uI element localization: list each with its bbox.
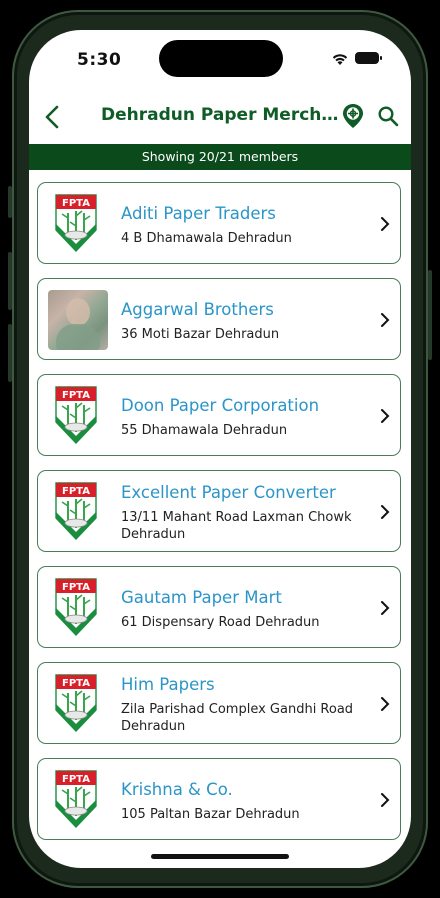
status-bar: 5:30 — [29, 30, 411, 90]
member-name[interactable]: Gautam Paper Mart — [121, 588, 282, 607]
member-count-banner: Showing 20/21 members — [29, 144, 411, 170]
chevron-right-icon — [381, 217, 390, 231]
member-card[interactable]: FPTA Krishna & Co. 105 Paltan Bazar Dehr… — [37, 758, 401, 840]
fpta-logo-icon: FPTA — [55, 194, 97, 252]
member-address: 55 Dhamawala Dehradun — [121, 423, 288, 438]
member-card[interactable]: Aggarwal Brothers 36 Moti Bazar Dehradun — [37, 278, 401, 360]
member-address: 61 Dispensary Road Dehradun — [121, 615, 320, 630]
chevron-right-icon — [381, 505, 390, 519]
location-pin-icon[interactable] — [341, 103, 365, 129]
member-photo — [48, 290, 108, 350]
logo-text: FPTA — [62, 390, 90, 401]
power-button — [428, 270, 432, 360]
fpta-logo-icon: FPTA — [55, 674, 97, 732]
member-name[interactable]: Aggarwal Brothers — [121, 300, 274, 319]
member-address: Zila Parishad Complex Gandhi Road Dehrad… — [121, 702, 354, 734]
battery-icon — [355, 52, 382, 64]
member-name[interactable]: Excellent Paper Converter — [121, 483, 336, 502]
page-title: Dehradun Paper Merchant... — [101, 105, 341, 125]
fpta-logo-icon: FPTA — [55, 386, 97, 444]
back-arrow-icon[interactable] — [41, 104, 65, 130]
status-time: 5:30 — [77, 50, 122, 70]
member-address: 105 Paltan Bazar Dehradun — [121, 807, 300, 822]
logo-text: FPTA — [62, 678, 90, 689]
chevron-right-icon — [381, 313, 390, 327]
member-name[interactable]: Krishna & Co. — [121, 780, 233, 799]
logo-text: FPTA — [62, 774, 90, 785]
logo-text: FPTA — [62, 582, 90, 593]
wifi-icon — [332, 54, 348, 65]
fpta-logo-icon: FPTA — [55, 578, 97, 636]
action-button — [8, 186, 12, 218]
app-screen: 5:30 Dehradun Paper Merchant... Showing … — [29, 30, 411, 868]
member-address: 36 Moti Bazar Dehradun — [121, 327, 280, 342]
dynamic-island — [159, 40, 283, 77]
member-card[interactable]: FPTA Doon Paper Corporation 55 Dhamawala… — [37, 374, 401, 456]
member-name[interactable]: Him Papers — [121, 675, 215, 694]
member-card[interactable]: FPTA Aditi Paper Traders 4 B Dhamawala D… — [37, 182, 401, 264]
logo-text: FPTA — [62, 198, 90, 209]
member-address: 13/11 Mahant Road Laxman Chowk Dehradun — [121, 510, 352, 542]
volume-down-button — [8, 324, 12, 382]
chevron-right-icon — [381, 697, 390, 711]
member-card[interactable]: FPTA Him Papers Zila Parishad Complex Ga… — [37, 662, 401, 744]
member-name[interactable]: Aditi Paper Traders — [121, 204, 276, 223]
navigation-bar: Dehradun Paper Merchant... — [29, 90, 411, 144]
member-name[interactable]: Doon Paper Corporation — [121, 396, 319, 415]
fpta-logo-icon: FPTA — [55, 770, 97, 828]
chevron-right-icon — [381, 601, 390, 615]
member-address: 4 B Dhamawala Dehradun — [121, 231, 292, 246]
logo-text: FPTA — [62, 486, 90, 497]
home-indicator[interactable] — [151, 854, 289, 859]
member-card[interactable]: FPTA Gautam Paper Mart 61 Dispensary Roa… — [37, 566, 401, 648]
volume-up-button — [8, 252, 12, 310]
chevron-right-icon — [381, 793, 390, 807]
fpta-logo-icon: FPTA — [55, 482, 97, 540]
chevron-right-icon — [381, 409, 390, 423]
search-icon[interactable] — [377, 105, 399, 127]
member-card[interactable]: FPTA Excellent Paper Converter 13/11 Mah… — [37, 470, 401, 552]
